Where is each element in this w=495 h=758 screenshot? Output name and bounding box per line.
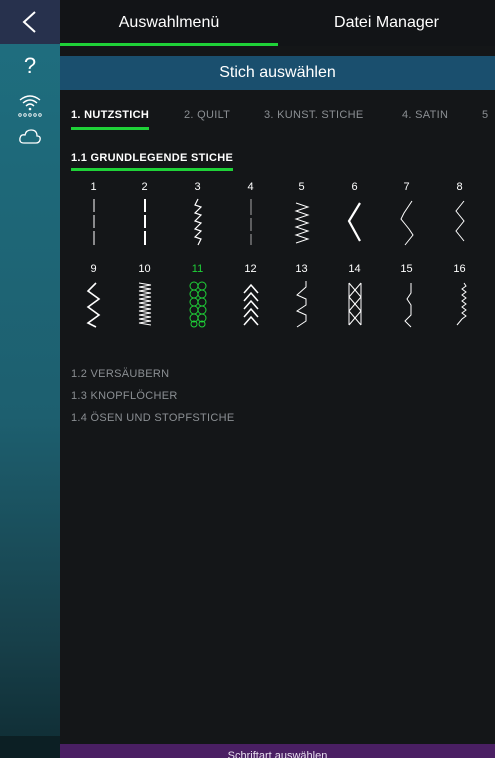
stitch-7[interactable]: 7 xyxy=(384,180,429,260)
stitch-15[interactable]: 15 xyxy=(384,262,429,342)
section-oesen-stopfstiche[interactable]: 1.4 ÖSEN UND STOPFSTICHE xyxy=(71,412,234,424)
stitch-number: 4 xyxy=(247,181,254,193)
stitch-number: 3 xyxy=(194,181,201,193)
elastic-blind-hem-icon xyxy=(456,282,467,326)
font-select-bar[interactable]: Schriftart auswählen xyxy=(60,744,495,758)
tab-kunst-stiche[interactable]: 3. KUNST. STICHE xyxy=(264,104,364,130)
stitch-number: 7 xyxy=(403,181,410,193)
cloud-button[interactable] xyxy=(0,124,60,150)
stitch-number: 5 xyxy=(298,181,305,193)
stitch-number: 6 xyxy=(351,181,358,193)
zigzag-3step-narrow-icon xyxy=(454,200,465,242)
sidebar: ? xyxy=(0,0,60,758)
stitch-number: 14 xyxy=(348,263,361,275)
stitch-number: 1 xyxy=(90,181,97,193)
zigzag-3step-icon xyxy=(399,200,414,246)
stitch-9[interactable]: 9 xyxy=(71,262,116,342)
stitch-14[interactable]: 14 xyxy=(332,262,377,342)
stitch-10[interactable]: 10 xyxy=(122,262,167,342)
category-tabs: 1. NUTZSTICH 2. QUILT 3. KUNST. STICHE 4… xyxy=(60,104,495,132)
main-panel: Auswahlmenü Datei Manager Stich auswähle… xyxy=(60,0,495,758)
back-button[interactable] xyxy=(0,0,60,44)
tab-datei-manager[interactable]: Datei Manager xyxy=(278,0,495,46)
section-grundlegende-stiche[interactable]: 1.1 GRUNDLEGENDE STICHE xyxy=(71,151,234,171)
stitch-number: 12 xyxy=(244,263,257,275)
honeycomb-stitch-icon xyxy=(189,281,206,328)
chevron-stitch-icon xyxy=(242,283,259,326)
stitch-number: 11 xyxy=(191,263,204,275)
font-select-label: Schriftart auswählen xyxy=(227,750,328,758)
back-arrow-icon xyxy=(22,11,36,33)
stitch-13[interactable]: 13 xyxy=(279,262,324,342)
satin-stitch-icon xyxy=(138,282,151,326)
stitch-number: 10 xyxy=(138,263,151,275)
stitch-11[interactable]: 11 xyxy=(175,262,220,342)
tab-auswahlmenue[interactable]: Auswahlmenü xyxy=(60,0,278,46)
sidebar-footer xyxy=(0,736,60,758)
stitch-number: 15 xyxy=(400,263,413,275)
stitch-number: 16 xyxy=(453,263,466,275)
stitch-number: 2 xyxy=(141,181,148,193)
top-tabbar: Auswahlmenü Datei Manager xyxy=(60,0,495,46)
section-knopfloecher[interactable]: 1.3 KNOPFLÖCHER xyxy=(71,390,178,402)
zigzag-wide-icon xyxy=(347,202,361,242)
help-icon: ? xyxy=(23,53,37,78)
cross-stitch-icon xyxy=(348,282,361,326)
blind-hem-icon xyxy=(403,283,411,328)
tab-quilt[interactable]: 2. QUILT xyxy=(184,104,230,130)
stitch-2[interactable]: 2 xyxy=(122,180,167,260)
stitch-6[interactable]: 6 xyxy=(332,180,377,260)
page-title: Stich auswählen xyxy=(60,56,495,90)
stitch-1[interactable]: 1 xyxy=(71,180,116,260)
tab-5[interactable]: 5 xyxy=(482,104,488,130)
tab-nutzstich[interactable]: 1. NUTZSTICH xyxy=(71,104,150,130)
zigzag-fine-icon xyxy=(293,202,310,244)
straight-stitch-thin-icon xyxy=(250,199,251,245)
stitch-3[interactable]: 3 xyxy=(175,180,220,260)
stitch-8[interactable]: 8 xyxy=(437,180,482,260)
wifi-icon xyxy=(18,95,42,117)
zigzag-variable-icon xyxy=(85,282,100,328)
stitch-number: 13 xyxy=(295,263,308,275)
stitch-16[interactable]: 16 xyxy=(437,262,482,342)
overlock-stitch-icon xyxy=(295,281,306,328)
stitch-number: 9 xyxy=(90,263,97,275)
stretch-stitch-icon xyxy=(193,198,202,246)
wifi-button[interactable] xyxy=(0,88,60,122)
cloud-icon xyxy=(19,129,41,144)
stitch-4[interactable]: 4 xyxy=(228,180,273,260)
tab-satin[interactable]: 4. SATIN xyxy=(402,104,448,130)
section-versaeubern[interactable]: 1.2 VERSÄUBERN xyxy=(71,368,169,380)
stitch-12[interactable]: 12 xyxy=(228,262,273,342)
straight-stitch-bold-icon xyxy=(143,199,146,245)
straight-stitch-icon xyxy=(93,199,94,245)
stitch-5[interactable]: 5 xyxy=(279,180,324,260)
help-button[interactable]: ? xyxy=(0,50,60,82)
stitch-number: 8 xyxy=(456,181,463,193)
